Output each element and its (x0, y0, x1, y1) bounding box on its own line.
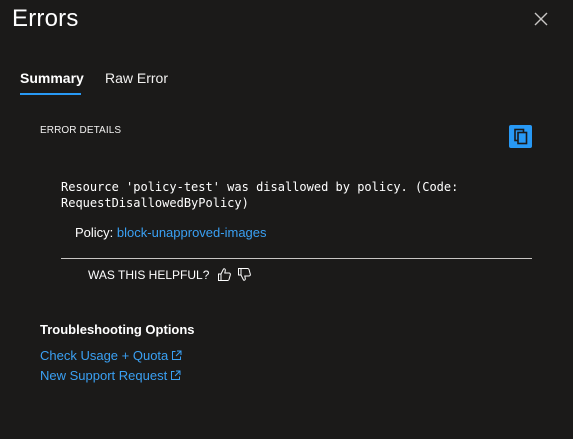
error-details-heading: ERROR DETAILS (40, 125, 122, 136)
policy-row: Policy: block-unapproved-images (75, 225, 267, 240)
tab-raw-error-label: Raw Error (105, 70, 169, 86)
check-usage-quota-link[interactable]: Check Usage + Quota (40, 348, 182, 363)
divider (61, 258, 532, 259)
external-link-icon (172, 350, 182, 360)
tab-summary[interactable]: Summary (20, 70, 84, 95)
errors-panel: Errors Summary Raw Error ERROR DETAILS R… (0, 0, 573, 439)
thumbs-down-icon (238, 268, 252, 281)
external-link-icon (171, 370, 181, 380)
policy-label: Policy: (75, 225, 114, 240)
copy-button[interactable] (509, 125, 532, 148)
new-support-request-link[interactable]: New Support Request (40, 368, 181, 383)
copy-icon (514, 128, 528, 145)
active-tab-indicator (20, 93, 81, 95)
tab-summary-label: Summary (20, 70, 84, 86)
check-usage-quota-label: Check Usage + Quota (40, 348, 169, 363)
error-message: Resource 'policy-test' was disallowed by… (61, 180, 459, 210)
thumbs-up-icon (218, 268, 232, 281)
helpful-prompt: WAS THIS HELPFUL? (88, 267, 210, 282)
close-icon (534, 12, 548, 26)
tab-raw-error[interactable]: Raw Error (105, 70, 168, 86)
policy-link[interactable]: block-unapproved-images (117, 225, 267, 240)
thumbs-down-button[interactable] (237, 267, 252, 282)
close-button[interactable] (532, 10, 550, 28)
new-support-request-label: New Support Request (40, 368, 168, 383)
panel-title: Errors (12, 5, 79, 32)
troubleshooting-heading: Troubleshooting Options (40, 322, 195, 337)
feedback-row: WAS THIS HELPFUL? (88, 267, 252, 282)
thumbs-up-button[interactable] (217, 267, 232, 282)
